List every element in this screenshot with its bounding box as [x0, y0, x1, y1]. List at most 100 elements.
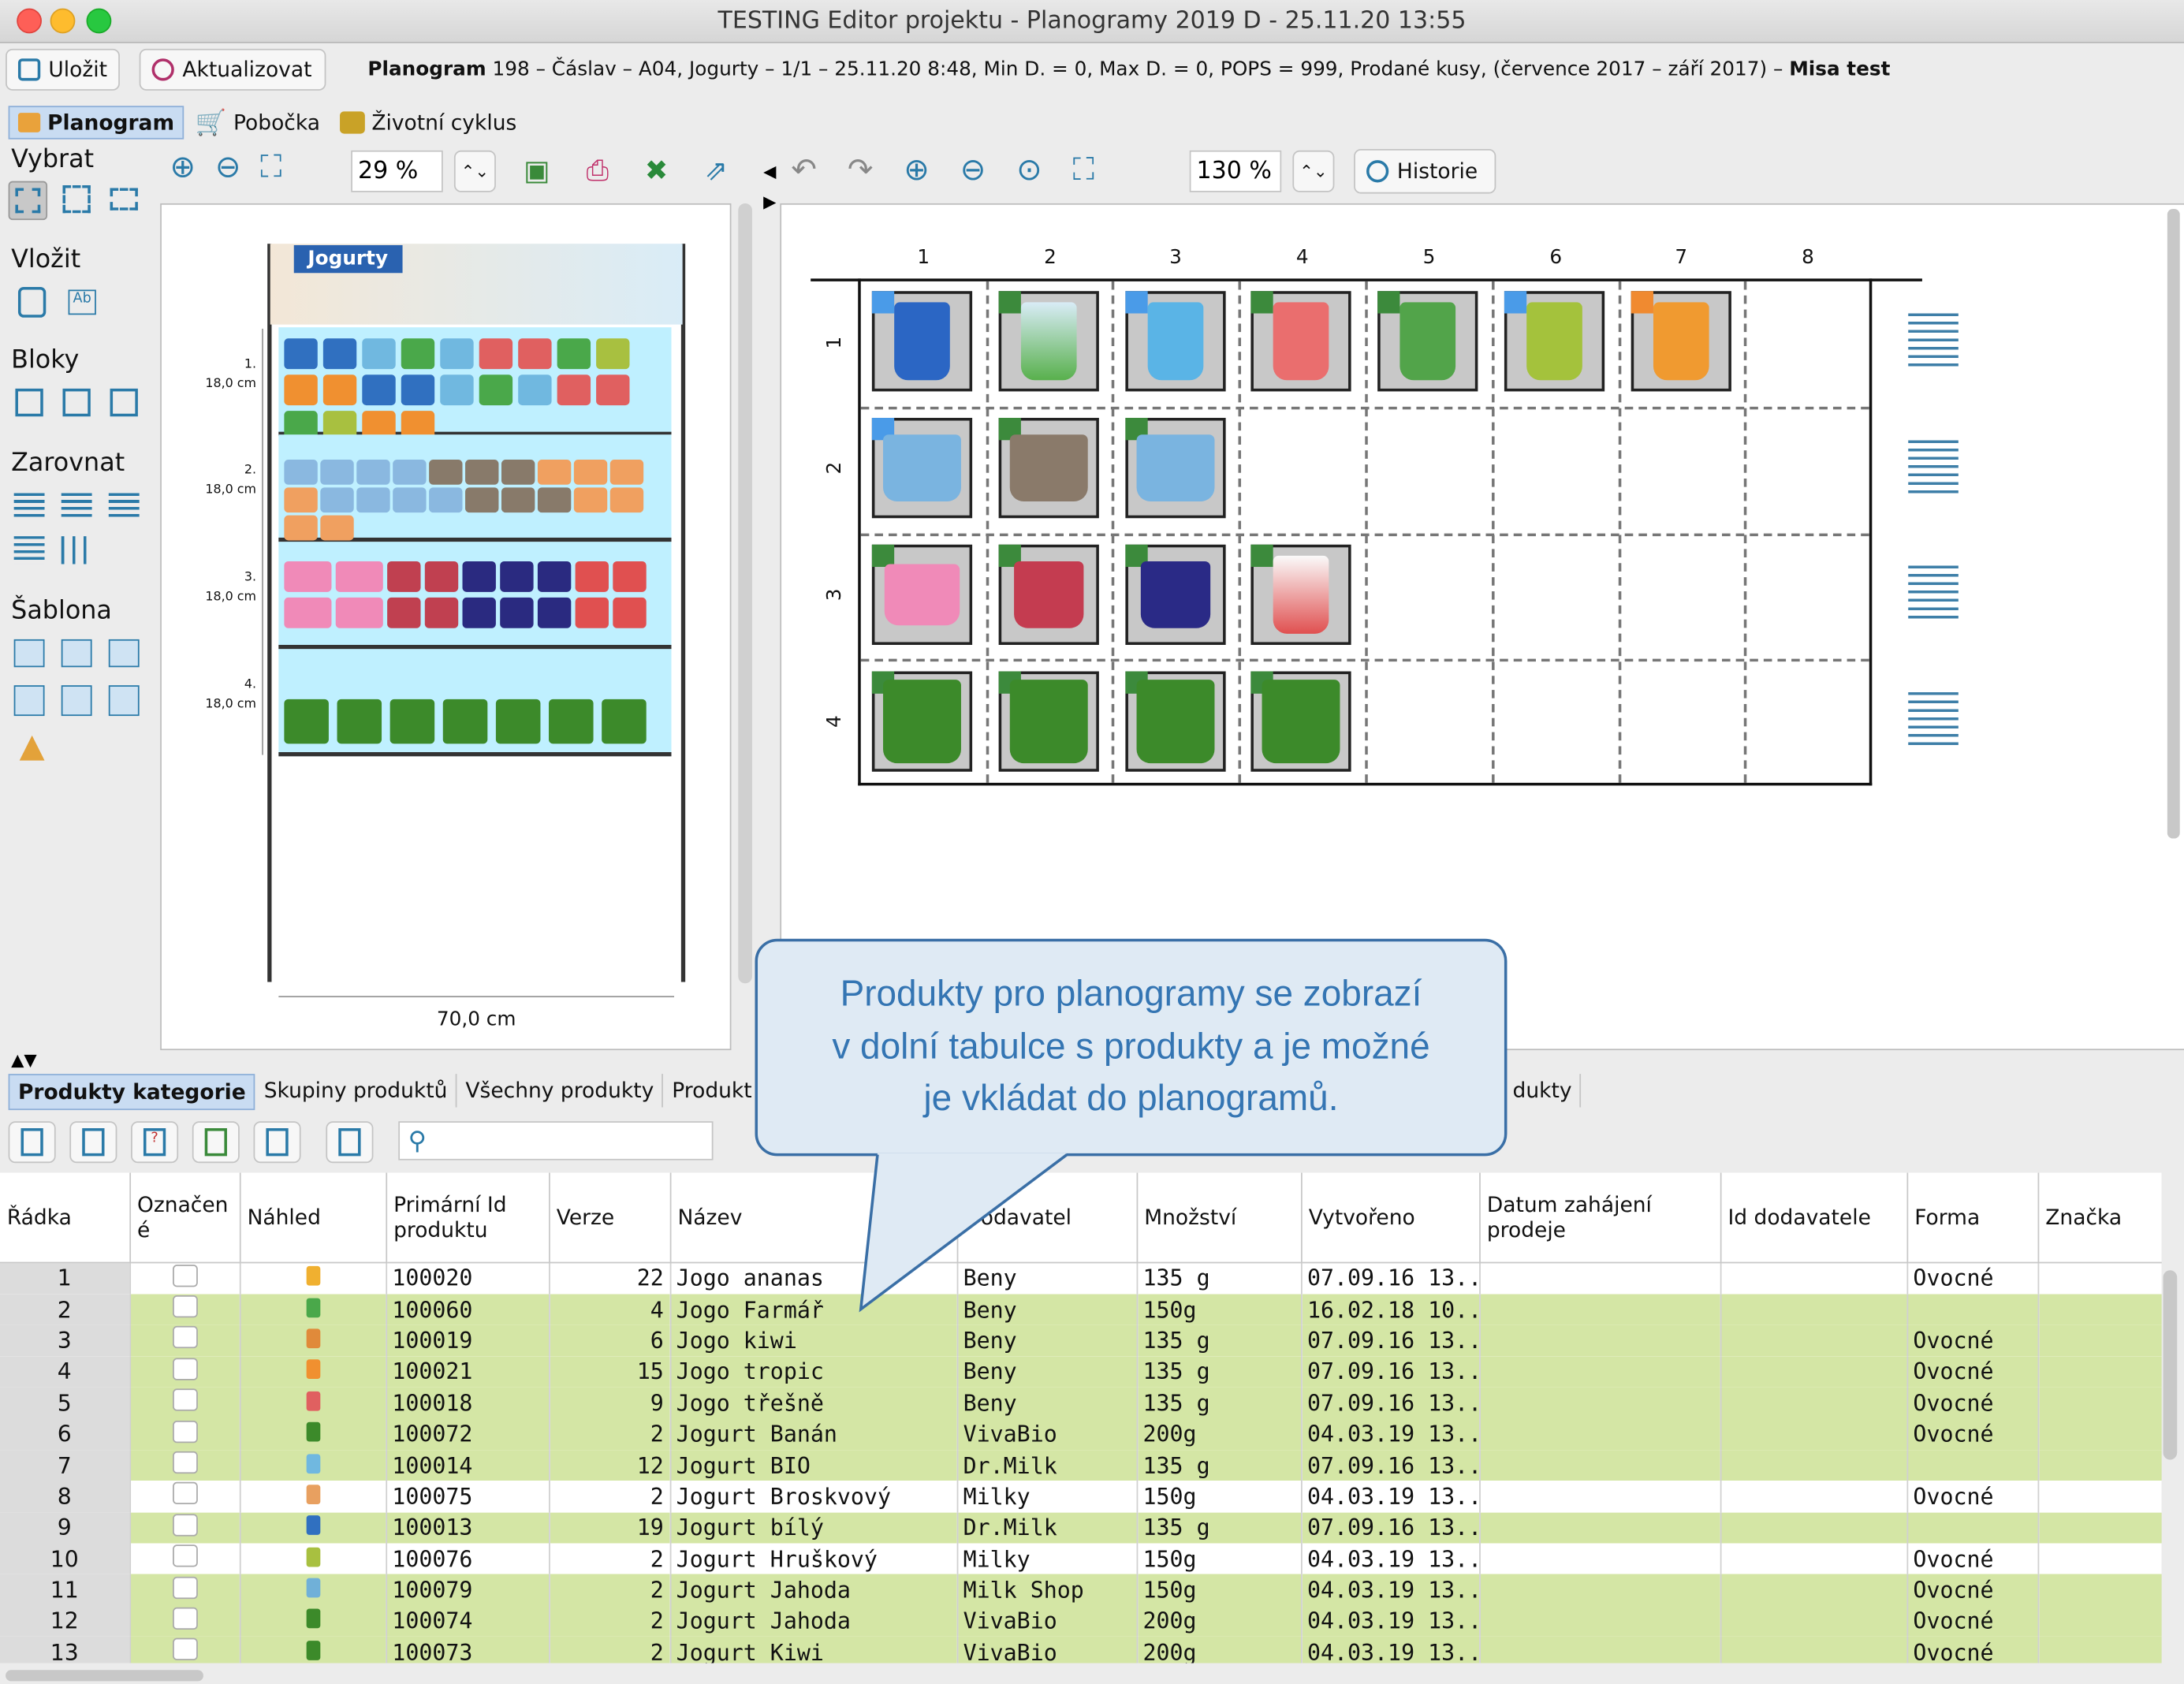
- copy-view-icon[interactable]: ▣: [524, 153, 550, 186]
- row-checkbox[interactable]: [172, 1326, 197, 1349]
- right-zoom-stepper[interactable]: ⌃⌄: [1292, 150, 1335, 192]
- help-icon[interactable]: ?: [131, 1121, 179, 1164]
- row-checkbox[interactable]: [172, 1451, 197, 1474]
- insert-product-icon[interactable]: [14, 284, 50, 320]
- distribute-vertical-icon[interactable]: [11, 532, 47, 568]
- row-checkbox[interactable]: [172, 1295, 197, 1318]
- redo-icon[interactable]: ↷: [848, 153, 874, 188]
- align-center-icon[interactable]: [58, 487, 95, 523]
- tab-branch[interactable]: 🛒 Pobočka: [187, 106, 329, 139]
- right-view-scrollbar[interactable]: [2167, 209, 2180, 839]
- table-row[interactable]: 4 100021 15 Jogo tropic Beny 135 g 07.09.16 13…: [0, 1356, 2162, 1388]
- tab-planogram[interactable]: Planogram: [8, 106, 184, 140]
- zoom-fit-icon[interactable]: ⛶: [1073, 153, 1094, 188]
- right-zoom-field[interactable]: 130 %: [1189, 150, 1282, 192]
- select-grid-icon[interactable]: [58, 181, 95, 218]
- table-row[interactable]: 7 100014 12 Jogurt BIO Dr.Milk 135 g 07.09.16 …: [0, 1449, 2162, 1481]
- insert-text-icon[interactable]: Ab: [64, 284, 100, 320]
- col-row-number[interactable]: Řádka: [0, 1172, 131, 1263]
- row-checkbox[interactable]: [172, 1264, 197, 1287]
- grid-product[interactable]: [1125, 291, 1226, 392]
- template-clear-icon[interactable]: [106, 683, 142, 719]
- grid-product[interactable]: [998, 418, 1099, 519]
- grid-product[interactable]: [1125, 544, 1226, 645]
- tab-products-more[interactable]: dukty: [1504, 1074, 1582, 1108]
- undo-icon[interactable]: ↶: [791, 153, 817, 188]
- template-remove-icon[interactable]: [58, 683, 95, 719]
- shelf-4-handle-icon[interactable]: [1908, 692, 1959, 748]
- splitter-toggle-icon[interactable]: ▲▼: [11, 1050, 37, 1070]
- zoom-in-icon[interactable]: ⊕: [904, 153, 930, 188]
- table-horizontal-scrollbar[interactable]: [6, 1670, 203, 1682]
- select-tool-icon[interactable]: [8, 181, 48, 221]
- tab-products-other[interactable]: Produkt: [664, 1074, 762, 1108]
- excel-export-icon[interactable]: ✖: [645, 153, 669, 186]
- col-version[interactable]: Verze: [549, 1172, 671, 1263]
- mirror-icon[interactable]: [14, 730, 50, 766]
- add-to-planogram-icon[interactable]: [192, 1121, 240, 1164]
- left-zoom-field[interactable]: 29 %: [351, 150, 443, 192]
- template-edit-icon[interactable]: [106, 635, 142, 672]
- distribute-horizontal-icon[interactable]: [58, 532, 95, 568]
- search-field[interactable]: [426, 1128, 712, 1153]
- col-brand[interactable]: Značka: [2037, 1172, 2162, 1263]
- left-zoom-stepper[interactable]: ⌃⌄: [453, 150, 496, 192]
- grid-product[interactable]: [1631, 291, 1731, 392]
- template-delete-icon[interactable]: [58, 635, 95, 672]
- grid-product[interactable]: [998, 544, 1099, 645]
- row-checkbox[interactable]: [172, 1576, 197, 1599]
- grid-product[interactable]: [1504, 291, 1605, 392]
- shelf-2-handle-icon[interactable]: [1908, 440, 1959, 496]
- table-row[interactable]: 5 100018 9 Jogo třešně Beny 135 g 07.09.16 13.…: [0, 1387, 2162, 1419]
- shelf-1-handle-icon[interactable]: [1908, 313, 1959, 370]
- refresh-button[interactable]: Aktualizovat: [139, 48, 326, 91]
- share-export-icon[interactable]: ⇗: [704, 153, 728, 186]
- grid-product[interactable]: [871, 671, 973, 772]
- zoom-reset-icon[interactable]: ⊙: [1016, 153, 1042, 188]
- template-insert-icon[interactable]: [11, 683, 47, 719]
- duplicate-icon[interactable]: [69, 1121, 117, 1164]
- table-row[interactable]: 12 100074 2 Jogurt Jahoda VivaBio 200g 04.03.1…: [0, 1605, 2162, 1637]
- list-icon[interactable]: [253, 1121, 301, 1164]
- row-checkbox[interactable]: [172, 1514, 197, 1537]
- check-all-icon[interactable]: [8, 1121, 56, 1164]
- col-quantity[interactable]: Množství: [1136, 1172, 1302, 1263]
- row-checkbox[interactable]: [172, 1638, 197, 1661]
- tab-category-products[interactable]: Produkty kategorie: [8, 1074, 256, 1111]
- table-vertical-scrollbar[interactable]: [2163, 1270, 2178, 1460]
- col-preview[interactable]: Náhled: [239, 1172, 387, 1263]
- save-button[interactable]: Uložit: [6, 48, 120, 91]
- block-add-icon[interactable]: [11, 385, 47, 421]
- product-search-input[interactable]: ⚲: [398, 1121, 714, 1161]
- grid-product[interactable]: [1377, 291, 1478, 392]
- grid-product[interactable]: [871, 291, 973, 392]
- row-checkbox[interactable]: [172, 1607, 197, 1630]
- left-view-scrollbar[interactable]: [738, 203, 752, 984]
- tab-lifecycle[interactable]: Životní cyklus: [331, 106, 525, 139]
- select-area-icon[interactable]: [106, 181, 142, 218]
- block-split-icon[interactable]: [106, 385, 142, 421]
- grid-product[interactable]: [871, 544, 973, 645]
- row-checkbox[interactable]: [172, 1482, 197, 1505]
- col-sale-start[interactable]: Datum zahájení prodeje: [1479, 1172, 1721, 1263]
- zoom-fit-icon[interactable]: ⛶: [260, 151, 281, 185]
- grid-product[interactable]: [1250, 291, 1351, 392]
- zoom-out-icon[interactable]: ⊖: [215, 151, 241, 185]
- col-supplier-id[interactable]: Id dodavatele: [1720, 1172, 1908, 1263]
- align-left-icon[interactable]: [11, 487, 47, 523]
- splitter-arrow-icon[interactable]: ▶: [763, 192, 776, 212]
- row-checkbox[interactable]: [172, 1358, 197, 1380]
- align-right-icon[interactable]: [106, 487, 142, 523]
- row-checkbox[interactable]: [172, 1388, 197, 1412]
- grid-product[interactable]: [871, 418, 973, 519]
- grid-product[interactable]: [998, 671, 1099, 772]
- zoom-out-icon[interactable]: ⊖: [960, 153, 986, 188]
- grid-product[interactable]: [1250, 671, 1351, 772]
- grid-product[interactable]: [1250, 544, 1351, 645]
- grid-product[interactable]: [1125, 671, 1226, 772]
- tab-all-products[interactable]: Všechny produkty: [457, 1074, 664, 1108]
- zoom-in-icon[interactable]: ⊕: [170, 151, 196, 185]
- table-row[interactable]: 6 100072 2 Jogurt Banán VivaBio 200g 04.03.19 …: [0, 1418, 2162, 1450]
- shelf-3-handle-icon[interactable]: [1908, 565, 1959, 621]
- table-row[interactable]: 10 100076 2 Jogurt Hruškový Milky 150g 04.03.1…: [0, 1543, 2162, 1575]
